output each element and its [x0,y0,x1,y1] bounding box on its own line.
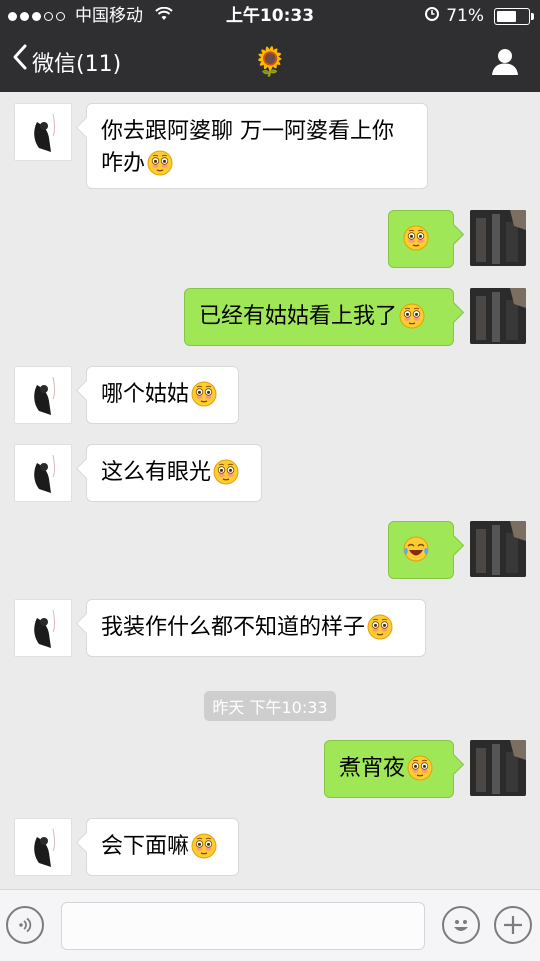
message-text: 这么有眼光 [101,460,212,485]
message-text: 已经有姑姑看上我了 [199,304,398,329]
voice-icon[interactable] [6,906,44,944]
status-right: 71% [424,0,534,32]
message-bubble-outgoing[interactable]: 已经有姑姑看上我了 [184,288,454,346]
contact-avatar[interactable] [14,599,72,657]
flushed-emoji-icon [191,833,217,859]
message-bubble-outgoing[interactable] [388,521,454,579]
message-bubble-outgoing[interactable] [388,210,454,268]
message-bubble-incoming[interactable]: 会下面嘛 [86,818,239,876]
nav-bar: 微信(11) 🌻 [0,32,540,92]
contact-avatar[interactable] [14,366,72,424]
message-bubble-incoming[interactable]: 哪个姑姑 [86,366,239,424]
message-text: 我装作什么都不知道的样子 [101,615,366,640]
alarm-icon [424,0,440,32]
laughing-tears-emoji-icon [403,536,429,562]
contact-avatar[interactable] [14,103,72,161]
flushed-emoji-icon [403,225,429,251]
contact-avatar[interactable] [14,818,72,876]
message-row: 我装作什么都不知道的样子 [0,599,540,657]
message-row [0,521,540,579]
message-row: 会下面嘛 [0,818,540,876]
timestamp: 昨天 下午10:33 [0,691,540,721]
message-row: 你去跟阿婆聊 万一阿婆看上你 咋办 [0,103,540,193]
user-avatar[interactable] [470,288,526,344]
user-avatar[interactable] [470,740,526,796]
plus-icon[interactable] [494,906,532,944]
message-row [0,210,540,268]
flushed-emoji-icon [367,614,393,640]
user-avatar[interactable] [470,210,526,266]
message-text: 你去跟阿婆聊 万一阿婆看上你 [101,119,394,144]
message-bubble-incoming[interactable]: 我装作什么都不知道的样子 [86,599,426,657]
message-row: 哪个姑姑 [0,366,540,424]
message-input[interactable] [61,902,425,950]
message-row: 已经有姑姑看上我了 [0,288,540,346]
input-bar [0,889,540,961]
battery-percent: 71% [446,6,484,26]
message-text: 煮宵夜 [339,756,406,781]
flushed-emoji-icon [407,755,433,781]
emoji-icon[interactable] [442,906,480,944]
flushed-emoji-icon [191,381,217,407]
user-avatar[interactable] [470,521,526,577]
top-bar: 中国移动 上午10:33 71% 微信(11) 🌻 [0,0,540,92]
flushed-emoji-icon [399,303,425,329]
contact-avatar[interactable] [14,444,72,502]
flushed-emoji-icon [213,459,239,485]
message-bubble-outgoing[interactable]: 煮宵夜 [324,740,454,798]
timestamp-text: 昨天 下午10:33 [204,691,336,721]
message-text: 咋办 [101,151,146,176]
message-text: 会下面嘛 [101,834,190,859]
chat-title: 🌻 [252,45,288,78]
message-bubble-incoming[interactable]: 你去跟阿婆聊 万一阿婆看上你 咋办 [86,103,428,189]
status-bar: 中国移动 上午10:33 71% [0,0,540,32]
message-bubble-incoming[interactable]: 这么有眼光 [86,444,262,502]
contact-info-icon[interactable] [490,46,520,76]
message-row: 这么有眼光 [0,444,540,502]
chat-area[interactable]: 你去跟阿婆聊 万一阿婆看上你 咋办 已经有姑姑看上我了 哪个姑姑 这么有眼光 我… [0,92,540,889]
flushed-emoji-icon [147,150,173,176]
battery-icon [494,7,534,25]
message-text: 哪个姑姑 [101,382,190,407]
message-row: 煮宵夜 [0,740,540,798]
